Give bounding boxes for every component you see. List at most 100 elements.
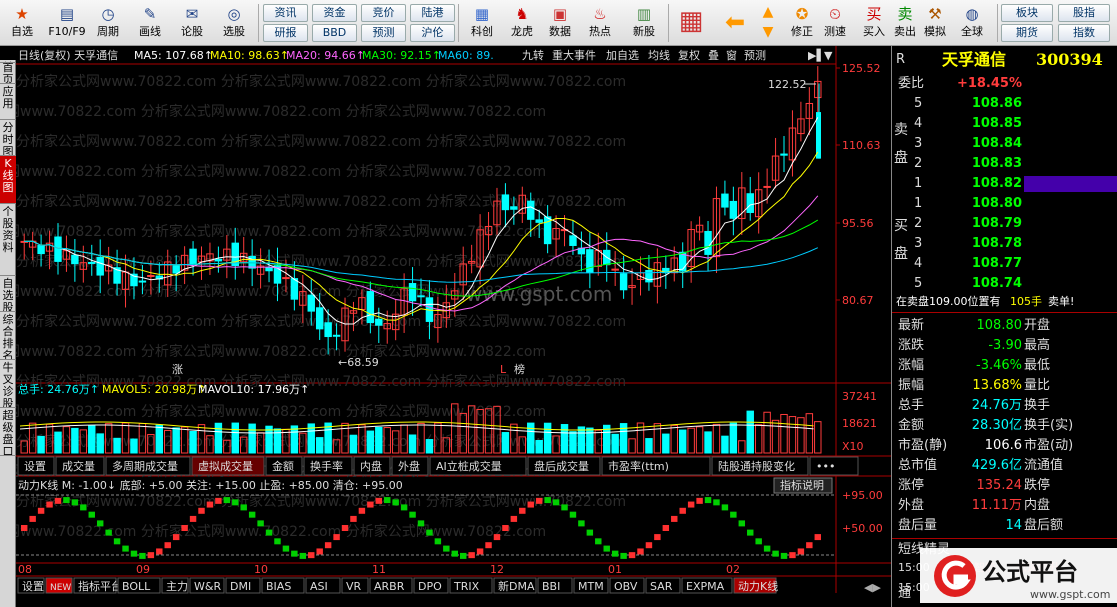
calc-icon: ▥ [636,5,652,23]
chart-top-button-1[interactable]: 重大事件 [552,48,596,62]
power-k-block [156,548,163,555]
pin-icon[interactable]: ▶▌ [808,48,825,62]
toolbar-chart-button[interactable]: ▦ 科创 [462,3,502,44]
chart-area[interactable]: 分析家公式网www.70822.com 分析家公式网www.70822.com … [16,46,891,607]
power-k-block [257,520,264,527]
power-k-block [578,520,585,527]
field-label: 盘后量 [898,518,938,533]
toolbar-grid-button[interactable]: 资金 [312,4,357,22]
level-price: 108.83 [971,156,1022,171]
toolbar-grid-button[interactable]: BBD [312,24,357,42]
toolbar-hammer-button[interactable]: ⚒ 模拟 [918,3,952,44]
power-k-block [434,538,442,545]
price-tick: 110.63 [842,139,881,152]
toolbar-wrench-button[interactable]: ✪ 修正 [785,3,819,44]
level-price: 108.86 [971,96,1022,111]
chart-top-button-0[interactable]: 九转 [522,48,544,62]
pencil-icon: ✎ [143,5,157,23]
toolbar-chat-button[interactable]: ✉ 论股 [172,3,212,44]
gspt-logo: 公式平台 www.gspt.com [920,548,1117,603]
chevron-down-icon[interactable]: ▼ [824,49,833,62]
power-k-block [696,497,703,504]
toolbar-dragon-button[interactable]: ♞ 龙虎 [502,3,542,44]
watermark-row: 分析家公式网www.70822.com 分析家公式网www.70822.com … [16,523,546,540]
volume-bar [189,430,197,454]
power-k-block [468,552,475,559]
toolbar-clock-button[interactable]: ◷ 周期 [88,3,128,44]
left-tab-4[interactable]: 个股资料 [0,204,16,276]
power-k-block [96,520,104,527]
left-tab-1[interactable]: 应用 [0,84,16,120]
power-k-block [662,525,670,531]
level-price: 108.85 [971,116,1022,131]
toolbar-sell-button[interactable]: 卖卖出 [888,3,922,44]
power-k-block [274,538,281,545]
left-tab-5[interactable]: 自选股 [0,276,16,312]
toolbar-pencil-button[interactable]: ✎ 画线 [130,3,170,44]
toolbar-buy-button[interactable]: 买买入 [857,3,891,44]
power-k-block [409,511,416,518]
chart-top-button-7[interactable]: 预测 [744,49,766,62]
volume-bar [375,426,383,454]
candle-body [408,283,417,302]
toolbar-grid-button[interactable]: 研报 [263,24,308,42]
buy-level-3: 3 108.78 [892,234,1117,254]
chart-top-button-5[interactable]: 叠 [708,49,719,62]
level-price: 108.74 [971,276,1022,291]
scroll-left-icon[interactable]: ◀▶ [864,581,881,594]
chart-top-button-2[interactable]: 加自选 [606,49,639,62]
power-k-block [248,511,256,518]
toolbar-speed-button[interactable]: ⏲ 测速 [818,3,852,44]
left-tab-0[interactable]: 首页 [0,60,16,84]
volume-bar [96,433,104,454]
left-tab-char: 页 [2,73,14,84]
candle-body [282,277,290,280]
quote-field-10: 盘后量 14 盘后额 [892,516,1117,536]
toolbar-grid-button[interactable]: 预测 [361,24,406,42]
volume-bar [577,426,586,454]
power-k-block [333,534,340,541]
field-label-2: 最低 [1024,358,1051,373]
field-label: 涨幅 [898,358,925,373]
toolbar-grid-button[interactable]: 资讯 [263,4,308,22]
chart-top-button-4[interactable]: 复权 [678,48,700,62]
left-tab-2[interactable]: 分时图 [0,120,16,156]
field-value: 108.80 [976,318,1023,333]
volume-bar [662,433,670,454]
field-label-2: 内盘 [1024,498,1051,513]
volume-bar [704,431,712,454]
level-num: 2 [914,216,923,231]
buy-icon: 买 [866,5,882,23]
toolbar-fire-button[interactable]: ♨ 热点 [580,3,620,44]
chart-top-button-3[interactable]: 均线 [648,48,670,62]
toolbar-right-button[interactable]: 指数 [1058,24,1110,42]
volume-bar [37,435,45,454]
chart-icon: ▦ [474,5,490,23]
toolbar-globe-button[interactable]: ◍ 全球 [955,3,989,44]
toolbar-f10-button[interactable]: ▤ F10/F9 [44,3,90,44]
toolbar-right-button[interactable]: 期货 [1001,24,1053,42]
toolbar-pe-button[interactable]: ▣ 数据 [540,3,580,44]
app-window: ★ 自选 ▤ F10/F9 ◷ 周期 ✎ 画线 ✉ 论股 ◎ 选股 资讯 资金 竞价 陆港 研报 BBD 预测 沪伦 ▦… [0,0,1117,607]
toolbar-grid-button[interactable]: 竞价 [361,4,406,22]
toolbar-right-button[interactable]: 股指 [1058,4,1110,22]
left-tab-8[interactable]: 超级盘口 [0,408,16,456]
toolbar-grid-button[interactable]: 陆港 [410,4,455,22]
back-arrow-icon[interactable]: ⬅ [720,8,750,49]
left-tab-6[interactable]: 综合排名 [0,312,16,360]
toolbar-calc-button[interactable]: ▥ 新股 [624,3,664,44]
watermark-row: 分析家公式网www.70822.com 分析家公式网www.70822.com … [16,193,626,210]
left-tab-7[interactable]: 牛叉诊股 [0,360,16,408]
toolbar-star-button[interactable]: ★ 自选 [2,3,42,44]
toolbar-grid-button[interactable]: 沪伦 [410,24,455,42]
left-tab-3[interactable]: K线图 [0,156,16,204]
toolbar-right-button[interactable]: 板块 [1001,4,1053,22]
chart-top-button-6[interactable]: 窗 [726,48,737,62]
toolbar-radar-button[interactable]: ◎ 选股 [214,3,254,44]
star-icon: ★ [15,5,29,23]
layout-grid-icon[interactable]: ▦ [676,6,706,47]
power-k-block [324,542,332,549]
candle-body [138,280,147,283]
bottom-tab-label: VR [346,580,362,593]
power-k-block [679,507,686,514]
